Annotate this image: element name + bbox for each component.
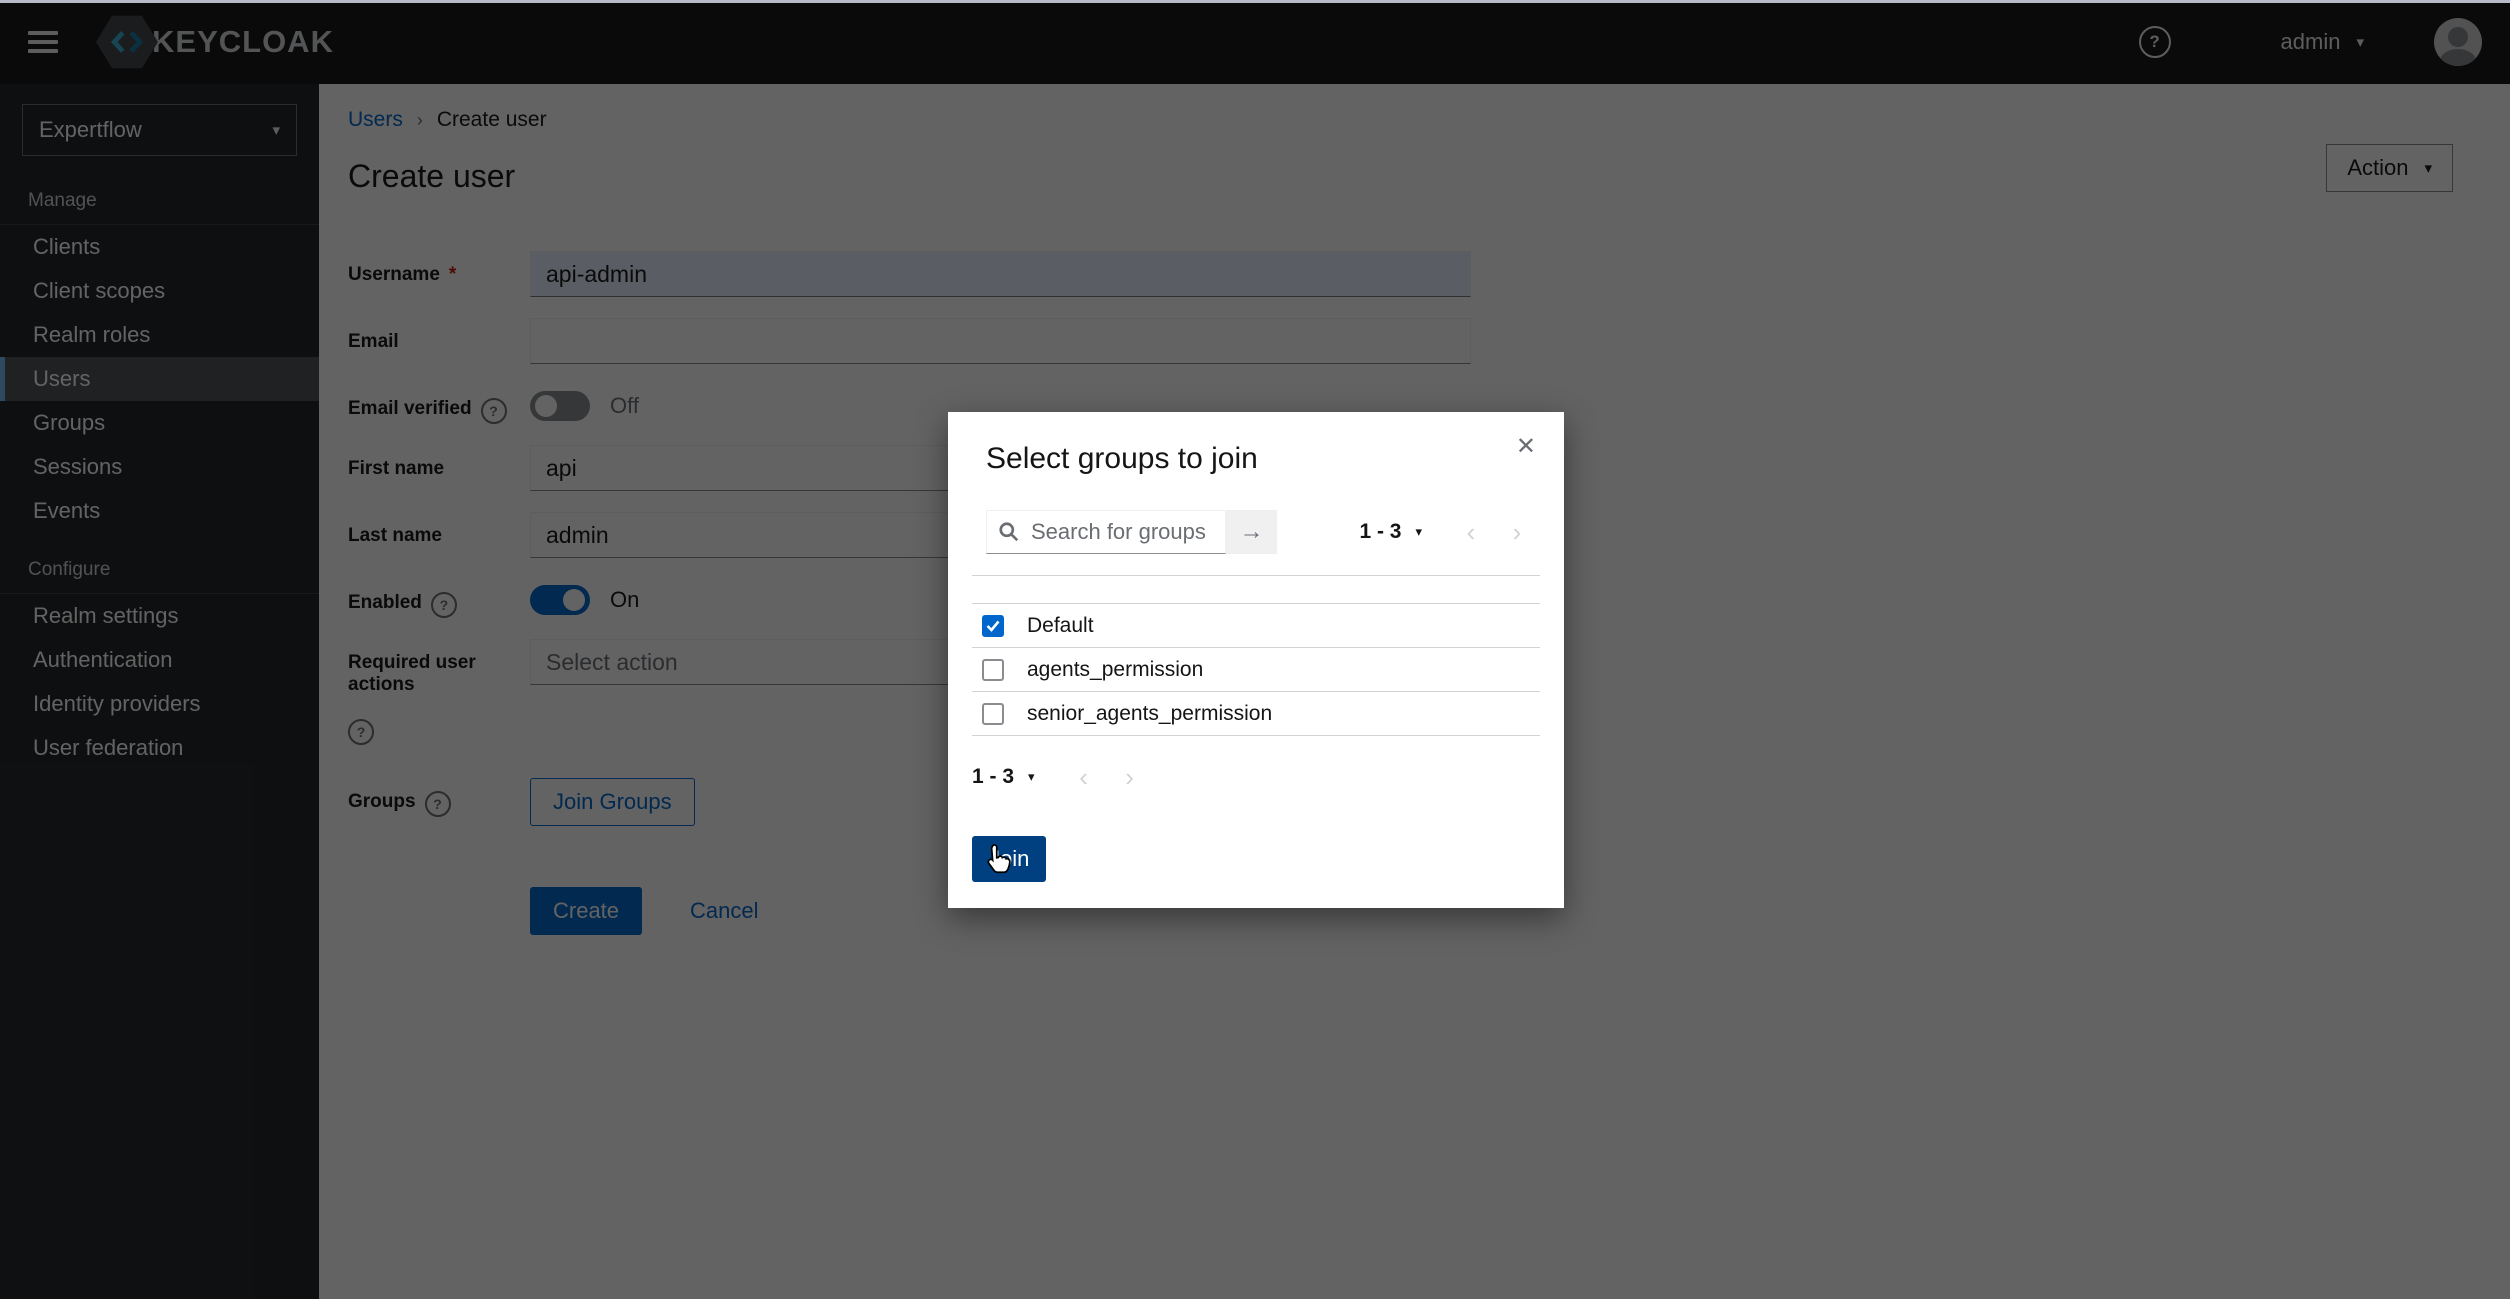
previous-page-button[interactable]: ‹ [1448, 518, 1494, 546]
window-top-edge [0, 0, 2510, 3]
toolbar-divider [972, 575, 1540, 576]
pagination-range: 1 - 3 [1359, 520, 1401, 544]
modal-title: Select groups to join [986, 442, 1540, 476]
caret-down-icon[interactable]: ▾ [1415, 524, 1422, 540]
search-submit-button[interactable]: → [1226, 510, 1277, 554]
search-icon [998, 521, 1020, 548]
group-name: agents_permission [1027, 658, 1203, 682]
group-row-agents-permission[interactable]: agents_permission [972, 648, 1540, 692]
close-icon[interactable]: ✕ [1510, 434, 1542, 460]
previous-page-button[interactable]: ‹ [1061, 763, 1107, 791]
search-group: → [986, 510, 1277, 554]
next-page-button[interactable]: › [1494, 518, 1540, 546]
pagination-bottom: 1 - 3 ▾ ‹ › [972, 763, 1540, 791]
check-icon [986, 620, 1000, 632]
group-name: senior_agents_permission [1027, 702, 1272, 726]
search-groups-input[interactable] [986, 510, 1226, 554]
groups-table: Default agents_permission senior_agents_… [972, 603, 1540, 736]
modal-toolbar: → 1 - 3 ▾ ‹ › [986, 510, 1540, 554]
checkbox-unchecked[interactable] [982, 703, 1004, 725]
caret-down-icon[interactable]: ▾ [1028, 769, 1035, 785]
group-row-senior-agents-permission[interactable]: senior_agents_permission [972, 692, 1540, 736]
checkbox-checked[interactable] [982, 615, 1004, 637]
checkbox-unchecked[interactable] [982, 659, 1004, 681]
arrow-right-icon: → [1240, 518, 1264, 545]
group-row-default[interactable]: Default [972, 604, 1540, 648]
select-groups-modal: Select groups to join ✕ → 1 - 3 ▾ ‹ › [948, 412, 1564, 908]
pagination-range: 1 - 3 [972, 765, 1014, 789]
join-button[interactable]: Join [972, 836, 1046, 882]
pagination-top: 1 - 3 ▾ ‹ › [1359, 518, 1540, 546]
group-name: Default [1027, 614, 1094, 638]
next-page-button[interactable]: › [1107, 763, 1153, 791]
